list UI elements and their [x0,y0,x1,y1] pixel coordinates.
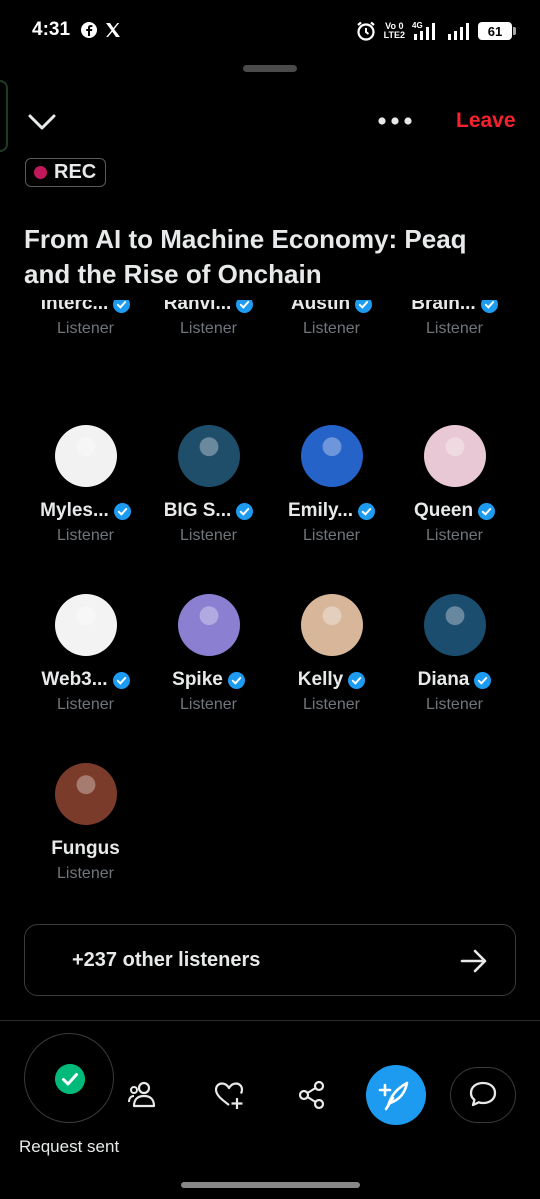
verified-badge-icon [113,300,131,313]
verified-badge-icon [355,300,373,313]
avatar[interactable] [300,425,363,487]
x-logo-icon [106,23,120,37]
avatar[interactable] [54,425,117,487]
listener-item[interactable]: Austin Listener [270,300,393,338]
leave-button[interactable]: Leave [456,109,516,133]
listener-name: Brain... [411,300,476,314]
verified-badge-icon [113,502,131,520]
status-time: 4:31 [32,19,71,40]
status-bar: 4:31 Vo 0 LTE2 4G 61 [0,0,540,62]
avatar[interactable] [177,594,240,656]
listener-item[interactable]: Queen Listener [393,425,516,545]
listener-role: Listener [57,696,114,713]
listener-item[interactable]: Kelly Listener [270,594,393,714]
listener-name: Queen [413,500,474,521]
share-icon[interactable] [295,1078,329,1112]
verified-badge-icon [474,671,492,689]
verified-badge-icon [112,671,130,689]
request-status-label: Request sent [19,1137,120,1156]
signal-icon-sim2 [448,23,469,40]
network-type: 4G [412,21,423,30]
heart-plus-icon[interactable] [212,1078,246,1112]
chat-button[interactable] [450,1067,516,1123]
people-icon[interactable] [127,1078,161,1112]
request-speak-button[interactable] [24,1033,114,1123]
facebook-icon [81,22,97,38]
verified-badge-icon [478,502,496,520]
battery-indicator: 61 [478,22,516,40]
listener-role: Listener [57,527,114,544]
listener-item[interactable]: Web3... Listener [24,594,147,714]
listener-name: Web3... [41,669,108,690]
recording-dot-icon [34,166,47,179]
space-title: From AI to Machine Economy: Peaq and the… [24,224,467,289]
other-listeners-label: +237 other listeners [72,949,261,971]
verified-badge-icon [227,671,245,689]
listener-name: Interc... [40,300,109,314]
listener-role: Listener [57,865,114,882]
listener-name: Diana [417,669,470,690]
listener-name: Emily... [287,500,354,521]
listener-role: Listener [180,527,237,544]
compose-button[interactable] [366,1065,426,1125]
alarm-icon [356,21,375,41]
more-options-icon[interactable] [376,110,416,132]
listener-role: Listener [303,320,360,337]
verified-badge-icon [480,300,498,313]
listener-role: Listener [57,320,114,337]
avatar[interactable] [423,594,486,656]
listener-role: Listener [180,320,237,337]
arrow-right-icon [460,949,487,973]
listener-item[interactable]: BIG S... Listener [147,425,270,545]
listener-name: Austin [290,300,351,314]
listener-role: Listener [426,527,483,544]
drag-handle[interactable] [243,65,297,72]
check-icon [55,1064,85,1094]
avatar[interactable] [300,594,363,656]
chat-bubble-icon [469,1081,497,1107]
listener-role: Listener [426,320,483,337]
listener-item[interactable]: Interc... Listener [24,300,147,338]
listener-name: Myles... [40,500,109,521]
signal-icon-sim1: 4G [412,21,435,40]
listener-grid: Interc... Listener Ranvi... Listener Austin L… [24,300,516,890]
listener-role: Listener [180,696,237,713]
avatar[interactable] [54,763,117,825]
listener-role: Listener [303,527,360,544]
verified-badge-icon [236,502,254,520]
home-indicator[interactable] [181,1182,360,1188]
toolbar-divider [0,1020,540,1021]
compose-icon [378,1081,409,1111]
other-listeners-button[interactable]: +237 other listeners [24,924,516,996]
listener-name: Kelly [297,669,344,690]
listener-item[interactable]: Ranvi... Listener [147,300,270,338]
collapse-chevron-icon[interactable] [26,106,58,138]
listener-role: Listener [426,696,483,713]
volte-indicator: Vo 0 LTE2 [383,21,405,40]
listener-role: Listener [303,696,360,713]
listener-name: Fungus [51,838,120,859]
listener-item[interactable]: Fungus Listener [24,763,147,883]
listener-item[interactable]: Spike Listener [147,594,270,714]
verified-badge-icon [348,671,366,689]
recording-badge: REC [25,158,106,187]
listener-item[interactable]: Emily... Listener [270,425,393,545]
verified-badge-icon [236,300,254,313]
listener-name: Ranvi... [163,300,232,314]
listener-item[interactable]: Myles... Listener [24,425,147,545]
listener-name: BIG S... [163,500,232,521]
side-edge-handle[interactable] [0,80,8,152]
listener-name: Spike [172,669,223,690]
recording-label: REC [54,161,97,183]
listener-item[interactable]: Brain... Listener [393,300,516,338]
listener-item[interactable]: Diana Listener [393,594,516,714]
avatar[interactable] [423,425,486,487]
avatar[interactable] [54,594,117,656]
verified-badge-icon [358,502,376,520]
status-indicators: Vo 0 LTE2 4G 61 [355,16,516,46]
avatar[interactable] [177,425,240,487]
